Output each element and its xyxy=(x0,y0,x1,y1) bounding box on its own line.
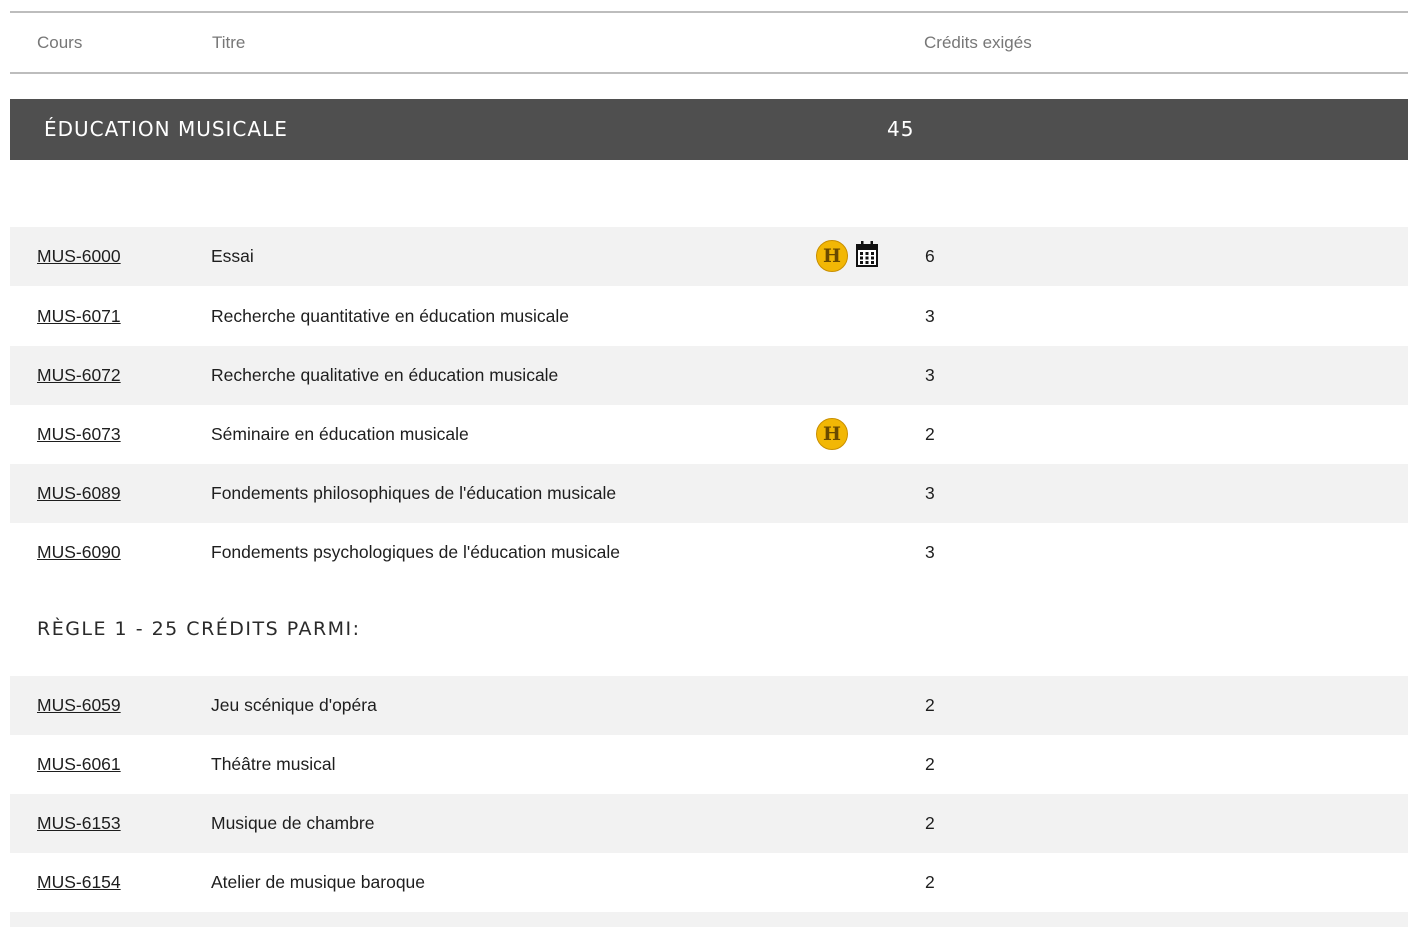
section-credits: 45 xyxy=(887,117,915,141)
course-credits: 6 xyxy=(925,246,935,266)
course-credits: 3 xyxy=(925,365,935,385)
table-header: Cours Titre Crédits exigés xyxy=(10,11,1408,74)
course-code-link[interactable]: MUS-6153 xyxy=(37,813,121,834)
course-code-link[interactable]: MUS-6089 xyxy=(37,483,121,504)
course-code-link[interactable]: MUS-6061 xyxy=(37,754,121,775)
course-code-link[interactable]: MUS-6073 xyxy=(37,424,121,445)
course-credits: 2 xyxy=(925,754,935,774)
table-row: MUS-6059 Jeu scénique d'opéra 2 xyxy=(10,676,1408,735)
table-row: MUS-6153 Musique de chambre 2 xyxy=(10,794,1408,853)
course-title: Recherche quantitative en éducation musi… xyxy=(211,306,569,326)
table-row: MUS-6071 Recherche quantitative en éduca… xyxy=(10,287,1408,346)
table-row: MUS-6154 Atelier de musique baroque 2 xyxy=(10,853,1408,912)
course-code-link[interactable]: MUS-6071 xyxy=(37,306,121,327)
course-title: Séminaire en éducation musicale xyxy=(211,424,469,444)
course-code-link[interactable]: MUS-6154 xyxy=(37,872,121,893)
table-row: MUS-6073 Séminaire en éducation musicale… xyxy=(10,405,1408,464)
course-credits: 2 xyxy=(925,813,935,833)
course-credits: 3 xyxy=(925,306,935,326)
course-credits: 3 xyxy=(925,542,935,562)
h-badge-icon[interactable]: H xyxy=(816,418,848,450)
column-header-titre: Titre xyxy=(212,33,246,52)
course-code-link[interactable]: MUS-6072 xyxy=(37,365,121,386)
course-code-link[interactable]: MUS-6000 xyxy=(37,246,121,267)
course-credits: 3 xyxy=(925,483,935,503)
course-title: Théâtre musical xyxy=(211,754,336,774)
course-credits: 2 xyxy=(925,424,935,444)
course-title: Jeu scénique d'opéra xyxy=(211,695,377,715)
course-title: Fondements philosophiques de l'éducation… xyxy=(211,483,617,503)
course-credits: 2 xyxy=(925,695,935,715)
table-row: MUS-6089 Fondements philosophiques de l'… xyxy=(10,464,1408,523)
table-row: MUS-6061 Théâtre musical 2 xyxy=(10,735,1408,794)
calendar-icon[interactable] xyxy=(855,240,879,268)
table-row-partial xyxy=(10,912,1408,927)
table-row: MUS-6090 Fondements psychologiques de l'… xyxy=(10,523,1408,582)
program-page: Cours Titre Crédits exigés ÉDUCATION MUS… xyxy=(0,0,1408,927)
rule-title: RÈGLE 1 - 25 CRÉDITS PARMI: xyxy=(37,618,361,640)
h-badge-icon[interactable]: H xyxy=(816,240,848,272)
course-title: Fondements psychologiques de l'éducation… xyxy=(211,542,621,562)
course-code-link[interactable]: MUS-6090 xyxy=(37,542,121,563)
section-header: ÉDUCATION MUSICALE 45 xyxy=(10,99,1408,160)
column-header-credits: Crédits exigés xyxy=(924,33,1032,52)
course-title: Atelier de musique baroque xyxy=(211,872,426,892)
section-title: ÉDUCATION MUSICALE xyxy=(44,117,288,141)
course-code-link[interactable]: MUS-6059 xyxy=(37,695,121,716)
course-title: Recherche qualitative en éducation music… xyxy=(211,365,559,385)
course-title: Essai xyxy=(211,246,254,266)
course-title: Musique de chambre xyxy=(211,813,375,833)
column-header-cours: Cours xyxy=(37,33,83,52)
course-credits: 2 xyxy=(925,872,935,892)
table-row: MUS-6072 Recherche qualitative en éducat… xyxy=(10,346,1408,405)
table-row: MUS-6000 Essai H 6 xyxy=(10,227,1408,286)
